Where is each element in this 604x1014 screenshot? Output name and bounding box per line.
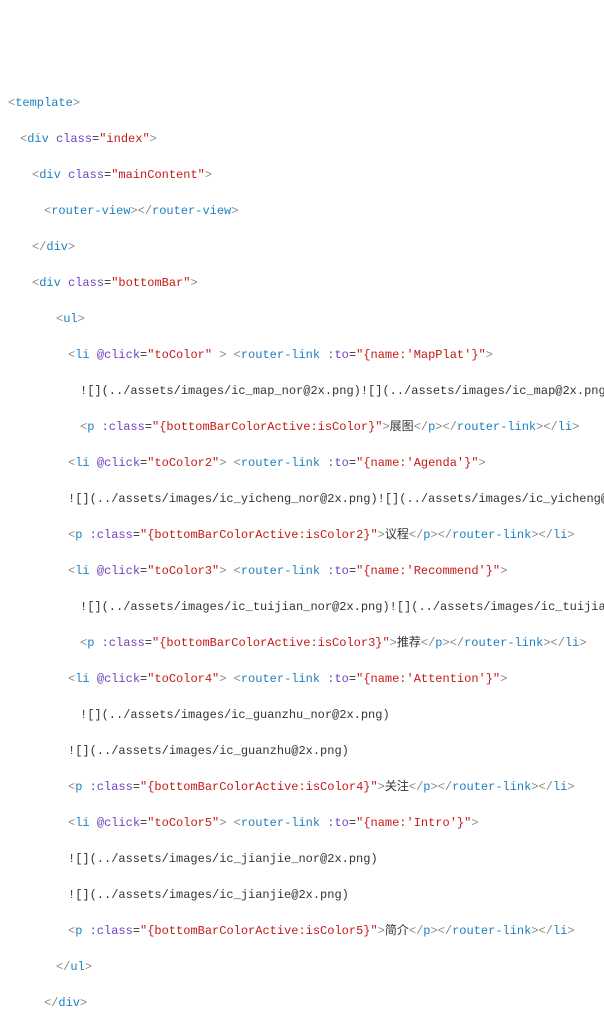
code-line: <div class="mainContent">: [8, 166, 596, 184]
code-line: ![](../assets/images/ic_guanzhu@2x.png): [8, 742, 596, 760]
code-line: ![](../assets/images/ic_tuijian_nor@2x.p…: [8, 598, 596, 616]
code-line: <p :class="{bottomBarColorActive:isColor…: [8, 526, 596, 544]
code-line: <p :class="{bottomBarColorActive:isColor…: [8, 778, 596, 796]
code-line: ![](../assets/images/ic_guanzhu_nor@2x.p…: [8, 706, 596, 724]
code-line: ![](../assets/images/ic_jianjie@2x.png): [8, 886, 596, 904]
code-line: </div>: [8, 994, 596, 1012]
code-line: <li @click="toColor" > <router-link :to=…: [8, 346, 596, 364]
code-line: <div class="bottomBar">: [8, 274, 596, 292]
code-line: </div>: [8, 238, 596, 256]
code-line: ![](../assets/images/ic_map_nor@2x.png)!…: [8, 382, 596, 400]
code-line: <li @click="toColor3"> <router-link :to=…: [8, 562, 596, 580]
code-block: <template> <div class="index"> <div clas…: [8, 76, 596, 1014]
code-line: <li @click="toColor5"> <router-link :to=…: [8, 814, 596, 832]
code-line: <p :class="{bottomBarColorActive:isColor…: [8, 634, 596, 652]
code-line: ![](../assets/images/ic_jianjie_nor@2x.p…: [8, 850, 596, 868]
code-line: ![](../assets/images/ic_yicheng_nor@2x.p…: [8, 490, 596, 508]
code-line: <p :class="{bottomBarColorActive:isColor…: [8, 418, 596, 436]
code-line: <router-view></router-view>: [8, 202, 596, 220]
code-line: <li @click="toColor4"> <router-link :to=…: [8, 670, 596, 688]
code-line: <li @click="toColor2"> <router-link :to=…: [8, 454, 596, 472]
code-line: </ul>: [8, 958, 596, 976]
code-line: <p :class="{bottomBarColorActive:isColor…: [8, 922, 596, 940]
code-line: <template>: [8, 94, 596, 112]
code-line: <div class="index">: [8, 130, 596, 148]
code-line: <ul>: [8, 310, 596, 328]
